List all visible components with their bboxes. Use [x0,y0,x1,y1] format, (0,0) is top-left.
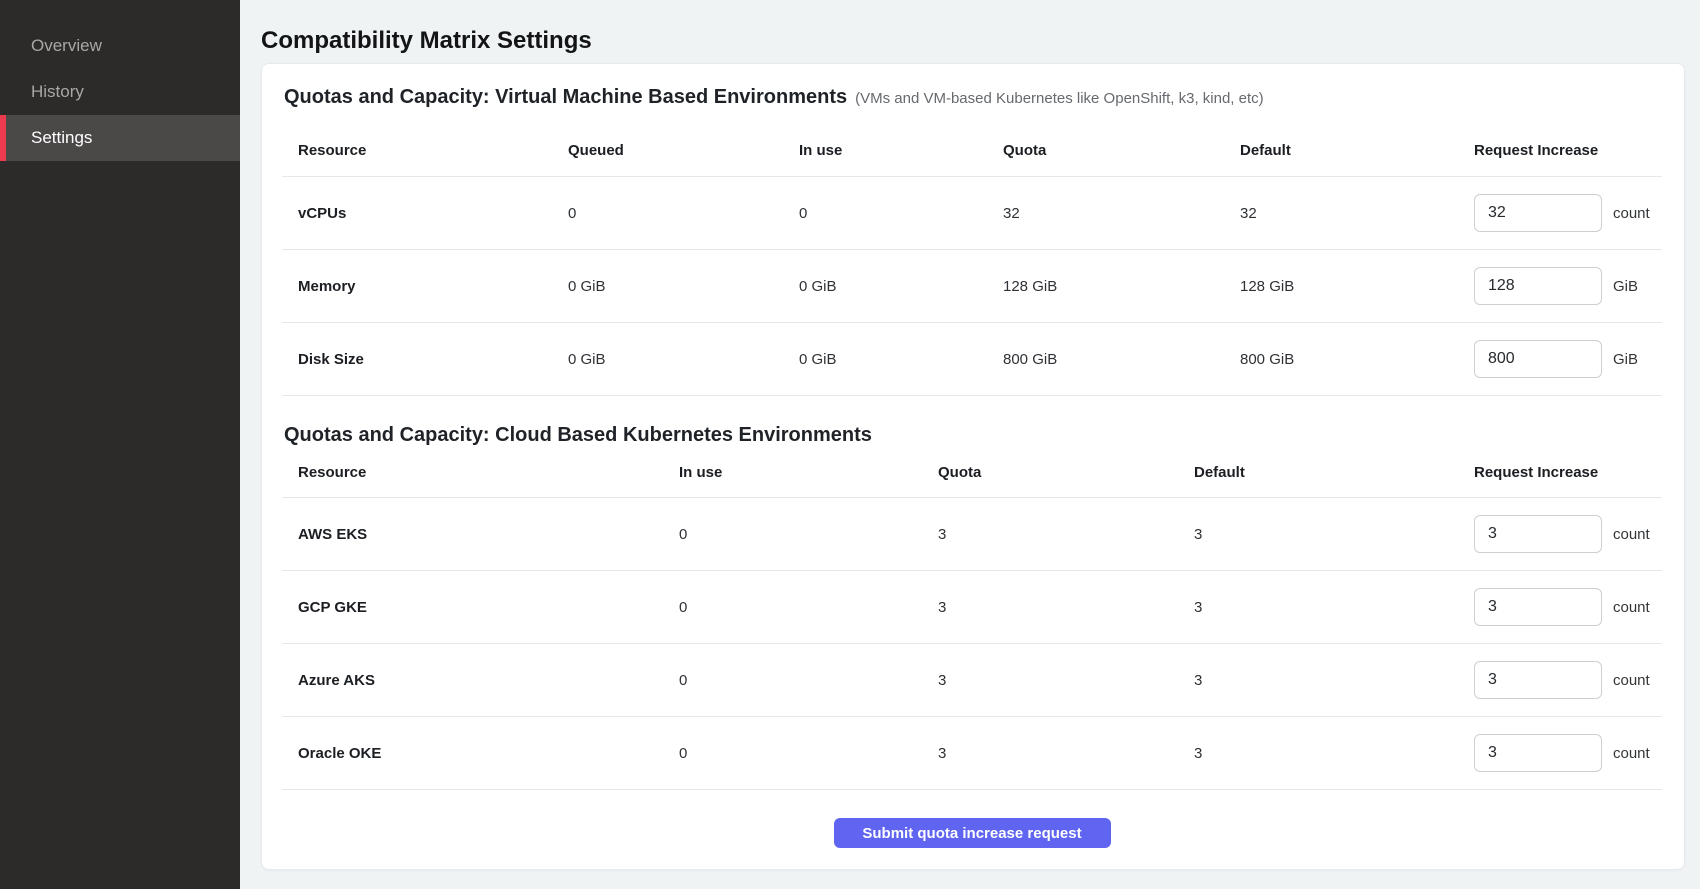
request-increase-cell: GiB [1474,267,1662,305]
settings-card: Quotas and Capacity: Virtual Machine Bas… [261,63,1685,870]
column-header-default: Default [1240,142,1474,159]
resource-name: GCP GKE [298,599,679,616]
cell-in-use: 0 GiB [799,278,1003,295]
cell-queued: 0 GiB [568,351,799,368]
submit-row: Submit quota increase request [282,818,1662,848]
sidebar-item-overview[interactable]: Overview [0,23,240,69]
resource-name: Azure AKS [298,672,679,689]
sidebar-item-label: Settings [31,128,92,148]
vm-table-header: Resource Queued In use Quota Default Req… [282,110,1662,177]
cell-in-use: 0 GiB [799,351,1003,368]
cloud-quotas-section: Quotas and Capacity: Cloud Based Kuberne… [282,423,1662,790]
app-window: Overview History Settings Compatibility … [0,0,1700,889]
submit-quota-increase-button[interactable]: Submit quota increase request [834,818,1111,848]
column-header-resource: Resource [298,464,679,481]
cell-default: 3 [1194,599,1474,616]
cell-in-use: 0 [679,672,938,689]
cloud-section-heading-row: Quotas and Capacity: Cloud Based Kuberne… [284,423,1662,448]
sidebar-item-history[interactable]: History [0,69,240,115]
request-increase-cell: count [1474,734,1662,772]
cell-queued: 0 [568,205,799,222]
cell-default: 3 [1194,526,1474,543]
section-heading: Quotas and Capacity: Cloud Based Kuberne… [284,423,872,448]
cell-quota: 3 [938,672,1194,689]
resource-name: AWS EKS [298,526,679,543]
resource-name: Disk Size [298,351,568,368]
cell-quota: 3 [938,599,1194,616]
sidebar-item-settings[interactable]: Settings [0,115,240,161]
unit-label: count [1613,745,1650,762]
sidebar-item-label: Overview [31,36,102,56]
column-header-quota: Quota [938,464,1194,481]
cell-default: 128 GiB [1240,278,1474,295]
table-row: Disk Size0 GiB0 GiB800 GiB800 GiBGiB [282,323,1662,396]
resource-name: Oracle OKE [298,745,679,762]
cloud-table-header: Resource In use Quota Default Request In… [282,448,1662,498]
cell-queued: 0 GiB [568,278,799,295]
cell-quota: 32 [1003,205,1240,222]
vm-quotas-section: Quotas and Capacity: Virtual Machine Bas… [282,85,1662,396]
request-increase-cell: GiB [1474,340,1662,378]
vm-section-heading-row: Quotas and Capacity: Virtual Machine Bas… [284,85,1662,110]
column-header-default: Default [1194,464,1474,481]
cell-default: 3 [1194,672,1474,689]
cell-default: 3 [1194,745,1474,762]
column-header-in-use: In use [679,464,938,481]
cell-default: 800 GiB [1240,351,1474,368]
unit-label: GiB [1613,351,1638,368]
unit-label: GiB [1613,278,1638,295]
table-row: Memory0 GiB0 GiB128 GiB128 GiBGiB [282,250,1662,323]
table-row: vCPUs003232count [282,177,1662,250]
request-increase-input[interactable] [1474,588,1602,626]
page-title: Compatibility Matrix Settings [261,26,1685,56]
unit-label: count [1613,599,1650,616]
table-row: GCP GKE033count [282,571,1662,644]
unit-label: count [1613,672,1650,689]
unit-label: count [1613,205,1650,222]
request-increase-input[interactable] [1474,194,1602,232]
cell-quota: 128 GiB [1003,278,1240,295]
request-increase-cell: count [1474,194,1662,232]
column-header-resource: Resource [298,142,568,159]
cell-quota: 3 [938,526,1194,543]
cell-quota: 800 GiB [1003,351,1240,368]
request-increase-input[interactable] [1474,661,1602,699]
resource-name: vCPUs [298,205,568,222]
table-row: Azure AKS033count [282,644,1662,717]
table-row: AWS EKS033count [282,498,1662,571]
resource-name: Memory [298,278,568,295]
table-row: Oracle OKE033count [282,717,1662,790]
request-increase-cell: count [1474,661,1662,699]
column-header-queued: Queued [568,142,799,159]
column-header-request-increase: Request Increase [1474,142,1662,159]
cloud-table-body: AWS EKS033countGCP GKE033countAzure AKS0… [282,498,1662,790]
cell-in-use: 0 [679,745,938,762]
main-content: Compatibility Matrix Settings Quotas and… [240,0,1700,889]
cell-default: 32 [1240,205,1474,222]
section-subtitle: (VMs and VM-based Kubernetes like OpenSh… [855,90,1264,107]
column-header-request-increase: Request Increase [1474,464,1662,481]
sidebar-item-label: History [31,82,84,102]
column-header-in-use: In use [799,142,1003,159]
vm-table-body: vCPUs003232countMemory0 GiB0 GiB128 GiB1… [282,177,1662,396]
request-increase-input[interactable] [1474,734,1602,772]
cell-quota: 3 [938,745,1194,762]
cell-in-use: 0 [799,205,1003,222]
sidebar: Overview History Settings [0,0,240,889]
section-heading: Quotas and Capacity: Virtual Machine Bas… [284,85,847,110]
request-increase-cell: count [1474,515,1662,553]
cell-in-use: 0 [679,526,938,543]
unit-label: count [1613,526,1650,543]
active-indicator [0,115,6,161]
column-header-quota: Quota [1003,142,1240,159]
request-increase-input[interactable] [1474,515,1602,553]
cell-in-use: 0 [679,599,938,616]
request-increase-cell: count [1474,588,1662,626]
request-increase-input[interactable] [1474,267,1602,305]
request-increase-input[interactable] [1474,340,1602,378]
